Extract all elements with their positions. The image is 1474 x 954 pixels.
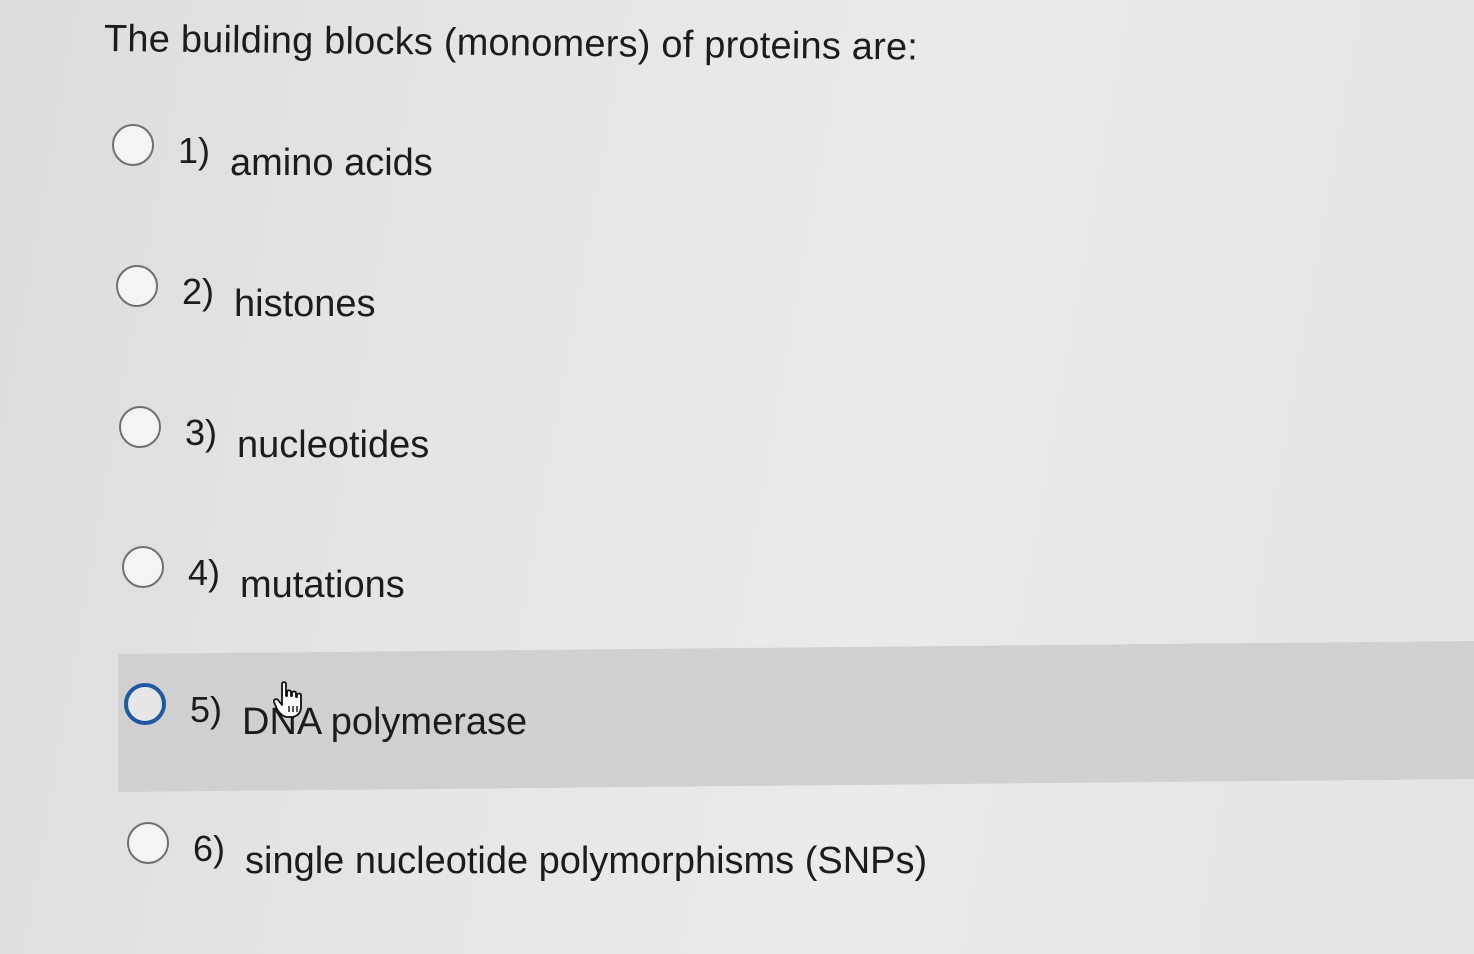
option-number-6: 6) (193, 828, 226, 869)
option-label-4: mutations (240, 563, 405, 606)
option-label-6: single nucleotide polymorphisms (SNPs) (245, 839, 928, 882)
radio-button-3[interactable] (119, 406, 161, 448)
option-6[interactable]: 6) single nucleotide polymorphisms (SNPs… (127, 822, 927, 892)
radio-button-5[interactable] (124, 683, 166, 725)
option-3[interactable]: 3) nucleotides (119, 406, 429, 476)
option-5[interactable]: 5) DNA polymerase (124, 683, 527, 753)
answer-options: 1) amino acids 2) histones 3) nucleotide… (0, 0, 1474, 954)
option-number-3: 3) (185, 412, 218, 453)
option-4[interactable]: 4) mutations (122, 546, 405, 616)
radio-button-1[interactable] (112, 124, 154, 166)
option-label-2: histones (234, 282, 376, 325)
option-number-1: 1) (178, 130, 211, 171)
hand-pointer-icon (272, 681, 302, 718)
option-label-1: amino acids (230, 141, 433, 184)
option-number-5: 5) (190, 689, 223, 730)
option-label-3: nucleotides (237, 423, 430, 466)
radio-button-6[interactable] (127, 822, 169, 864)
option-number-4: 4) (188, 552, 221, 593)
option-2[interactable]: 2) histones (116, 265, 376, 335)
radio-button-4[interactable] (122, 546, 164, 588)
option-number-2: 2) (182, 271, 215, 312)
option-1[interactable]: 1) amino acids (112, 124, 433, 194)
radio-button-2[interactable] (116, 265, 158, 307)
